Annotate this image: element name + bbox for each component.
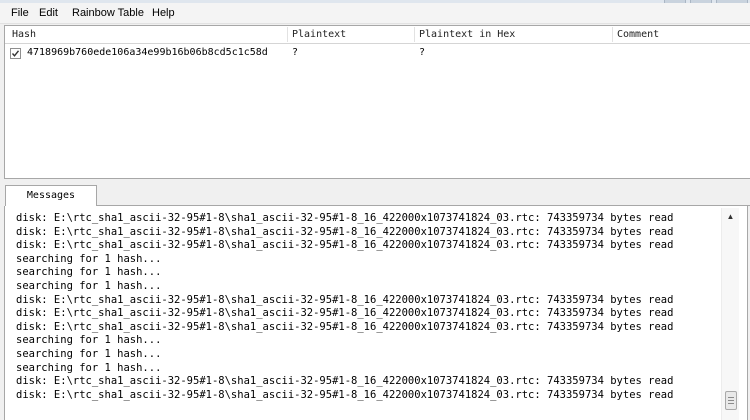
menu-help[interactable]: Help: [152, 7, 175, 20]
message-line: searching for 1 hash...: [16, 347, 162, 360]
message-log: disk: E:\rtc_sha1_ascii-32-95#1-8\sha1_a…: [16, 212, 716, 402]
plaintext-hex-cell: ?: [419, 47, 426, 58]
hash-cell: 4718969b760ede106a34e99b16b06b8cd5c1c58d: [27, 47, 268, 58]
menu-rainbow-table[interactable]: Rainbow Table: [72, 7, 144, 20]
tab-messages[interactable]: Messages: [5, 185, 97, 206]
message-line: disk: E:\rtc_sha1_ascii-32-95#1-8\sha1_a…: [16, 320, 674, 333]
grip-line: [728, 403, 734, 404]
message-line: disk: E:\rtc_sha1_ascii-32-95#1-8\sha1_a…: [16, 388, 674, 401]
messages-panel[interactable]: disk: E:\rtc_sha1_ascii-32-95#1-8\sha1_a…: [4, 206, 748, 420]
hash-table: Hash Plaintext Plaintext in Hex Comment …: [4, 25, 750, 179]
message-line: disk: E:\rtc_sha1_ascii-32-95#1-8\sha1_a…: [16, 212, 674, 224]
messages-scrollbar[interactable]: ▲: [721, 208, 739, 420]
table-row[interactable]: 4718969b760ede106a34e99b16b06b8cd5c1c58d…: [5, 45, 750, 61]
grip-line: [728, 397, 734, 398]
hash-table-header: Hash Plaintext Plaintext in Hex Comment: [5, 26, 750, 44]
message-line: searching for 1 hash...: [16, 361, 162, 374]
message-line: searching for 1 hash...: [16, 334, 162, 347]
plaintext-cell: ?: [292, 47, 299, 58]
message-line: searching for 1 hash...: [16, 266, 162, 279]
scroll-up-arrow-icon[interactable]: ▲: [722, 208, 739, 225]
column-header-plaintext[interactable]: Plaintext: [288, 26, 346, 43]
message-line: disk: E:\rtc_sha1_ascii-32-95#1-8\sha1_a…: [16, 375, 674, 388]
menu-file[interactable]: File: [11, 7, 29, 20]
message-line: disk: E:\rtc_sha1_ascii-32-95#1-8\sha1_a…: [16, 239, 674, 252]
message-line: disk: E:\rtc_sha1_ascii-32-95#1-8\sha1_a…: [16, 225, 674, 238]
message-line: searching for 1 hash...: [16, 252, 162, 265]
menu-bar: File Edit Rainbow Table Help: [0, 3, 750, 24]
column-header-hash[interactable]: Hash: [8, 26, 36, 43]
message-line: disk: E:\rtc_sha1_ascii-32-95#1-8\sha1_a…: [16, 293, 674, 306]
message-line: disk: E:\rtc_sha1_ascii-32-95#1-8\sha1_a…: [16, 307, 674, 320]
checkmark-icon: [11, 50, 20, 57]
column-header-comment[interactable]: Comment: [613, 26, 659, 43]
menu-edit[interactable]: Edit: [39, 7, 58, 20]
column-header-plaintext-hex[interactable]: Plaintext in Hex: [415, 26, 515, 43]
grip-line: [728, 400, 734, 401]
scroll-thumb[interactable]: [725, 391, 737, 410]
message-line: searching for 1 hash...: [16, 279, 162, 292]
row-checkbox[interactable]: [10, 48, 21, 59]
